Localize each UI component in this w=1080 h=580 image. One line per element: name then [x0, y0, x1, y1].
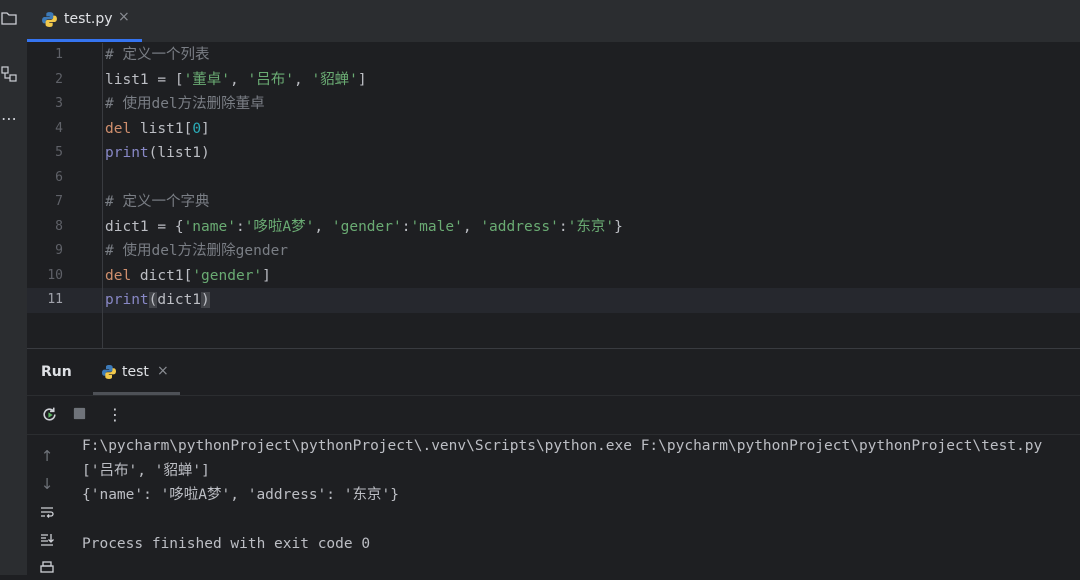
- code-token: '董卓': [183, 71, 231, 88]
- code-editor[interactable]: 1 2 3 4 5 6 7 8 9 10 11 # 定义一个列表 list1 = ['董卓', '吕布…: [27, 43, 1080, 348]
- run-label: Run: [41, 364, 72, 380]
- code-line: del list1[0]: [105, 117, 210, 142]
- line-number: 9: [55, 243, 63, 258]
- code-token: '貂蝉': [311, 71, 358, 88]
- output-line: Process finished with exit code 0: [82, 536, 371, 552]
- line-number: 8: [55, 218, 63, 234]
- code-line: print(dict1): [105, 288, 210, 313]
- code-token: :: [235, 218, 245, 235]
- code-line: del dict1['gender']: [105, 264, 271, 289]
- code-line: # 定义一个字典: [105, 190, 209, 215]
- run-tab-test[interactable]: test ×: [93, 349, 180, 395]
- code-token: ): [201, 292, 210, 308]
- stop-icon[interactable]: [70, 406, 88, 424]
- output-line: ['吕布', '貂蝉']: [82, 462, 210, 479]
- code-token: '吕布': [247, 71, 294, 88]
- code-token: del: [105, 267, 132, 284]
- code-token: '东京': [567, 218, 615, 235]
- rerun-icon[interactable]: [40, 406, 58, 424]
- tab-test-py[interactable]: test.py ×: [27, 0, 142, 42]
- code-line: list1 = ['董卓', '吕布', '貂蝉']: [105, 68, 367, 93]
- code-line: dict1 = {'name':'哆啦A梦', 'gender':'male',…: [105, 215, 623, 240]
- line-number: 2: [55, 71, 63, 87]
- tab-close-icon[interactable]: ×: [118, 9, 130, 25]
- tool-strip: ⋯: [0, 0, 28, 575]
- run-toolbar: ⋮: [27, 395, 1080, 435]
- code-token: ,: [462, 218, 481, 235]
- more-options-icon[interactable]: ⋮: [106, 406, 124, 424]
- output-line: {'name': '哆啦A梦', 'address': '东京'}: [82, 487, 399, 503]
- run-tab-name: test: [122, 364, 149, 380]
- code-token: '哆啦A梦': [244, 218, 315, 235]
- code-token: (list1): [148, 145, 210, 161]
- code-token: dict1[: [131, 267, 193, 284]
- code-token: 'address': [480, 218, 559, 235]
- code-token: dict1: [157, 292, 202, 308]
- line-number: 1: [55, 47, 63, 62]
- tab-filename: test.py: [64, 11, 113, 27]
- code-token: :: [558, 218, 568, 235]
- code-token: # 使用del方法删除gender: [105, 243, 289, 259]
- code-line: # 使用del方法删除gender: [105, 239, 288, 264]
- run-panel: Run test × ⋮ ↑ ↓ F:\pycharm\pythonProjec…: [27, 348, 1080, 576]
- output-line: F:\pycharm\pythonProject\pythonProject\.…: [82, 438, 1043, 454]
- code-token: 'gender': [192, 267, 263, 284]
- line-number: 11: [47, 292, 63, 307]
- code-token: list1 = [: [105, 71, 184, 88]
- code-token: print: [105, 292, 149, 308]
- code-token: dict1 = {: [105, 218, 184, 235]
- code-token: ]: [357, 71, 367, 88]
- editor-tab-bar: test.py ×: [27, 0, 1080, 43]
- python-run-icon: [101, 364, 117, 384]
- run-panel-header: Run test ×: [27, 349, 1080, 395]
- code-token: 'gender': [331, 218, 402, 235]
- code-token: 'name': [183, 218, 236, 235]
- code-token: ,: [293, 71, 312, 88]
- line-number: 5: [55, 145, 63, 160]
- line-number: 7: [55, 194, 63, 209]
- code-token: # 定义一个字典: [105, 194, 210, 210]
- active-tab-indicator: [27, 39, 142, 42]
- run-tab-close-icon[interactable]: ×: [157, 363, 169, 379]
- code-token: # 使用del方法删除董卓: [105, 96, 265, 112]
- code-token: ]: [201, 120, 210, 137]
- code-token: list1[: [131, 120, 193, 137]
- code-token: ,: [230, 71, 248, 88]
- line-number: 4: [55, 120, 63, 136]
- more-icon[interactable]: ⋯: [0, 110, 18, 128]
- line-number-gutter: 1 2 3 4 5 6 7 8 9 10 11: [27, 43, 102, 348]
- code-token: ]: [262, 267, 271, 284]
- line-number: 3: [55, 96, 63, 111]
- code-line: # 定义一个列表: [105, 43, 209, 68]
- code-token: del: [105, 120, 132, 137]
- line-number: 6: [55, 169, 63, 185]
- code-token: 'male': [410, 218, 463, 235]
- folder-icon[interactable]: [0, 10, 18, 28]
- gutter-divider: [102, 43, 103, 348]
- code-line: print(list1): [105, 141, 210, 166]
- code-token: 0: [192, 120, 202, 137]
- console-output[interactable]: F:\pycharm\pythonProject\pythonProject\.…: [27, 434, 1080, 576]
- python-file-icon: [41, 11, 58, 32]
- line-number: 10: [47, 267, 63, 283]
- code-line: # 使用del方法删除董卓: [105, 92, 265, 117]
- code-token: }: [614, 218, 623, 235]
- code-token: ,: [314, 218, 332, 235]
- structure-icon[interactable]: [0, 66, 18, 84]
- code-token: # 定义一个列表: [105, 47, 210, 63]
- code-token: print: [105, 145, 149, 161]
